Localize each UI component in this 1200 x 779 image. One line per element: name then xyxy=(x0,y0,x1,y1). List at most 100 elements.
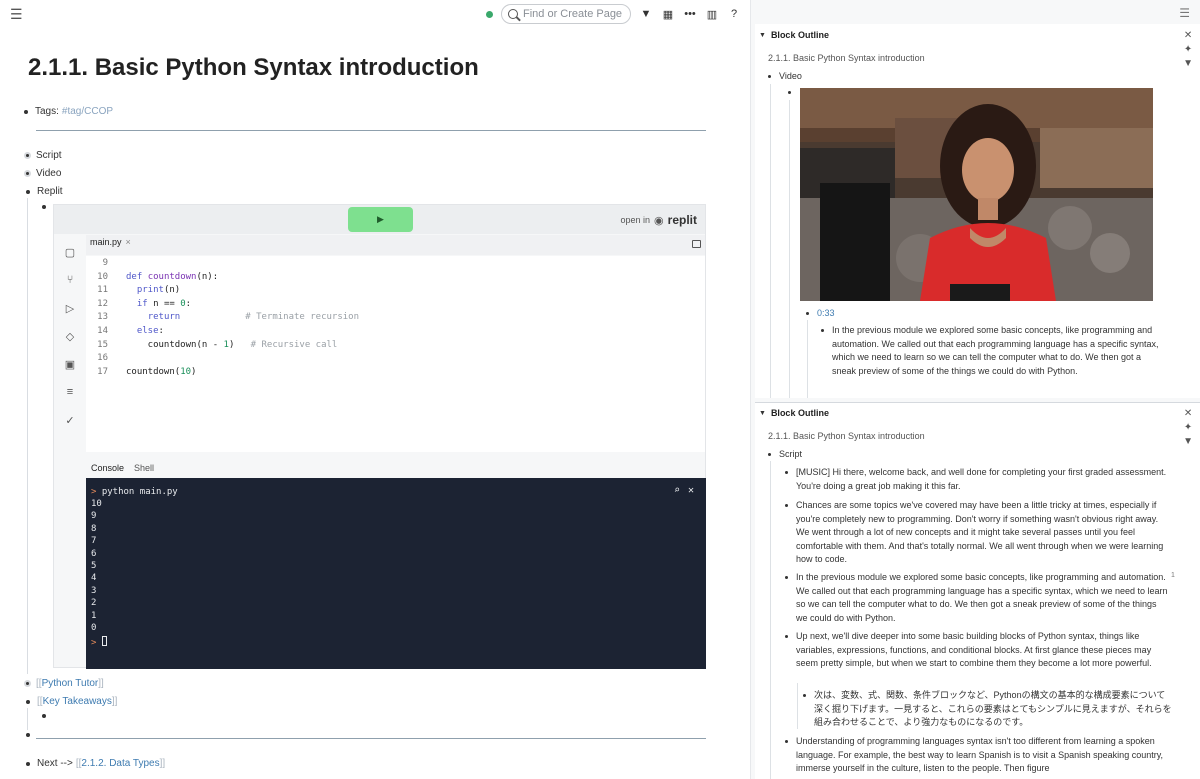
code-line[interactable]: 17 countdown(10) xyxy=(86,367,196,380)
timestamp-link[interactable]: 0:33 xyxy=(817,308,835,318)
file-tab-main[interactable]: main.py × xyxy=(90,237,131,247)
bullet-icon[interactable] xyxy=(26,699,30,704)
bullet-icon[interactable] xyxy=(42,714,46,718)
graph-icon[interactable]: ▥ xyxy=(705,8,719,21)
bracket-close: ]] xyxy=(111,696,118,707)
divider-block xyxy=(24,733,37,737)
script-text-3: In the previous module we explored some … xyxy=(796,572,1168,623)
close-icon[interactable]: ✕ xyxy=(1184,408,1192,419)
code-line[interactable]: 10 def countdown(n): xyxy=(86,272,218,285)
code-line[interactable]: 12 if n == 0: xyxy=(86,299,191,312)
code-line[interactable]: 14 else: xyxy=(86,326,164,339)
pin-icon[interactable]: ✦ xyxy=(1184,422,1192,433)
video-player[interactable] xyxy=(800,88,1153,301)
replit-embed[interactable]: ▶ open in ◉ replit ▢ ⑂ ▷ ◇ ▣ ≡ ✓ main.py… xyxy=(53,204,706,669)
file-tab-label: main.py xyxy=(90,237,122,247)
bullet-icon[interactable] xyxy=(24,109,28,114)
pin-icon[interactable]: ✦ xyxy=(1184,44,1192,55)
tags-block: Tags: #tag/CCOP xyxy=(24,106,113,117)
next-page-link[interactable]: 2.1.2. Data Types xyxy=(81,758,159,769)
bullet-icon[interactable] xyxy=(788,91,791,94)
block-thread xyxy=(27,708,28,730)
code-editor[interactable]: 9 10 def countdown(n): 11 print(n) 12 if n =… xyxy=(86,256,705,452)
panel-layout-icon[interactable] xyxy=(692,240,701,248)
close-icon[interactable]: ✕ xyxy=(1184,30,1192,41)
code-text: countdown(n - 1) # Recursive call xyxy=(126,339,338,350)
tab-shell[interactable]: Shell xyxy=(134,463,154,473)
script-text-5: Understanding of programming languages s… xyxy=(796,736,1164,773)
filter-icon[interactable]: ▼ xyxy=(1183,436,1193,447)
main-page: ☰ Find or Create Page ▼ ▦ ••• ▥ ? ☰ 2.1.… xyxy=(0,0,750,779)
search-icon[interactable]: ⌕ xyxy=(674,485,680,496)
script-text-1: [MUSIC] Hi there, welcome back, and well… xyxy=(796,467,1167,491)
run-button[interactable]: ▶ xyxy=(348,207,413,232)
more-icon[interactable]: ••• xyxy=(683,8,697,20)
calendar-icon[interactable]: ▦ xyxy=(661,8,675,21)
debugger-icon[interactable]: ▷ xyxy=(64,302,76,315)
bullet-icon[interactable] xyxy=(785,576,788,579)
left-sidebar-toggle-icon[interactable]: ☰ xyxy=(10,6,23,23)
help-icon[interactable]: ? xyxy=(727,8,741,20)
sidebar-menu-icon[interactable]: ☰ xyxy=(1179,6,1190,20)
version-control-icon[interactable]: ⑂ xyxy=(64,274,76,286)
outline-header[interactable]: ▼ Block Outline xyxy=(759,30,829,40)
code-line[interactable]: 9 xyxy=(86,258,126,271)
open-in-replit-link[interactable]: open in ◉ replit xyxy=(621,213,697,227)
close-tab-icon[interactable]: × xyxy=(126,237,131,247)
bullet-icon[interactable] xyxy=(785,635,788,638)
collapse-arrow-icon[interactable]: ▼ xyxy=(759,410,766,417)
files-icon[interactable]: ▢ xyxy=(64,246,76,259)
python-tutor-link[interactable]: Python Tutor xyxy=(42,678,99,689)
checkmark-icon[interactable]: ✓ xyxy=(64,414,76,427)
divider xyxy=(36,738,706,739)
clear-icon[interactable]: ✕ xyxy=(688,485,694,496)
console-output[interactable]: ⌕ ✕ > python main.py 10 9 8 7 6 5 4 3 2 1 0 > xyxy=(86,478,706,669)
line-number: 12 xyxy=(97,298,108,309)
block-reference-count[interactable]: 1 xyxy=(1171,572,1175,579)
collapsed-bullet-icon[interactable] xyxy=(24,152,31,159)
search-input[interactable]: Find or Create Page xyxy=(501,4,631,24)
database-icon[interactable]: ≡ xyxy=(64,386,76,398)
line-number: 10 xyxy=(97,271,108,282)
filter-icon[interactable]: ▼ xyxy=(1183,58,1193,69)
bullet-icon[interactable] xyxy=(26,733,30,737)
console-command: > python main.py xyxy=(91,487,178,497)
block-video-label: Video xyxy=(36,168,62,179)
code-line[interactable]: 13 return # Terminate recursion xyxy=(86,312,359,325)
code-line[interactable]: 11 print(n) xyxy=(86,285,180,298)
bullet-icon[interactable] xyxy=(768,75,771,78)
bullet-icon[interactable] xyxy=(768,453,771,456)
code-line[interactable]: 15 countdown(n - 1) # Recursive call xyxy=(86,340,337,353)
outline-controls: ✕ ✦ ▼ xyxy=(1183,408,1193,447)
key-takeaways-link[interactable]: Key Takeaways xyxy=(43,696,112,707)
outline-page-title[interactable]: 2.1.1. Basic Python Syntax introduction xyxy=(768,53,925,63)
tag-link[interactable]: #tag/CCOP xyxy=(62,106,113,117)
collapsed-bullet-icon[interactable] xyxy=(24,170,31,177)
bullet-icon[interactable] xyxy=(785,504,788,507)
packages-icon[interactable]: ◇ xyxy=(64,330,76,343)
tab-console[interactable]: Console xyxy=(91,463,124,473)
secrets-lock-icon[interactable]: ▣ xyxy=(64,358,76,371)
outline-header[interactable]: ▼ Block Outline xyxy=(759,408,829,418)
bullet-icon[interactable] xyxy=(26,761,30,766)
outline-page-title[interactable]: 2.1.1. Basic Python Syntax introduction xyxy=(768,431,925,441)
bullet-icon[interactable] xyxy=(42,205,46,209)
search-placeholder: Find or Create Page xyxy=(523,8,623,20)
bullet-icon[interactable] xyxy=(806,312,809,315)
block-thread xyxy=(27,198,28,674)
bullet-icon[interactable] xyxy=(785,471,788,474)
outline-script-label: Script xyxy=(779,449,803,459)
divider xyxy=(36,130,706,131)
bullet-icon[interactable] xyxy=(26,189,30,194)
code-line[interactable]: 16 xyxy=(86,353,126,366)
bullet-icon[interactable] xyxy=(785,740,788,743)
collapse-arrow-icon[interactable]: ▼ xyxy=(759,32,766,39)
video-frame-image xyxy=(800,88,1153,301)
bullet-icon[interactable] xyxy=(803,694,806,697)
outline-controls: ✕ ✦ ▼ xyxy=(1183,30,1193,69)
transcript-text: In the previous module we explored some … xyxy=(832,325,1159,376)
bullet-icon[interactable] xyxy=(821,329,824,332)
console-prompt: > xyxy=(91,636,107,648)
filter-icon[interactable]: ▼ xyxy=(639,8,653,20)
collapsed-bullet-icon[interactable] xyxy=(24,680,31,687)
